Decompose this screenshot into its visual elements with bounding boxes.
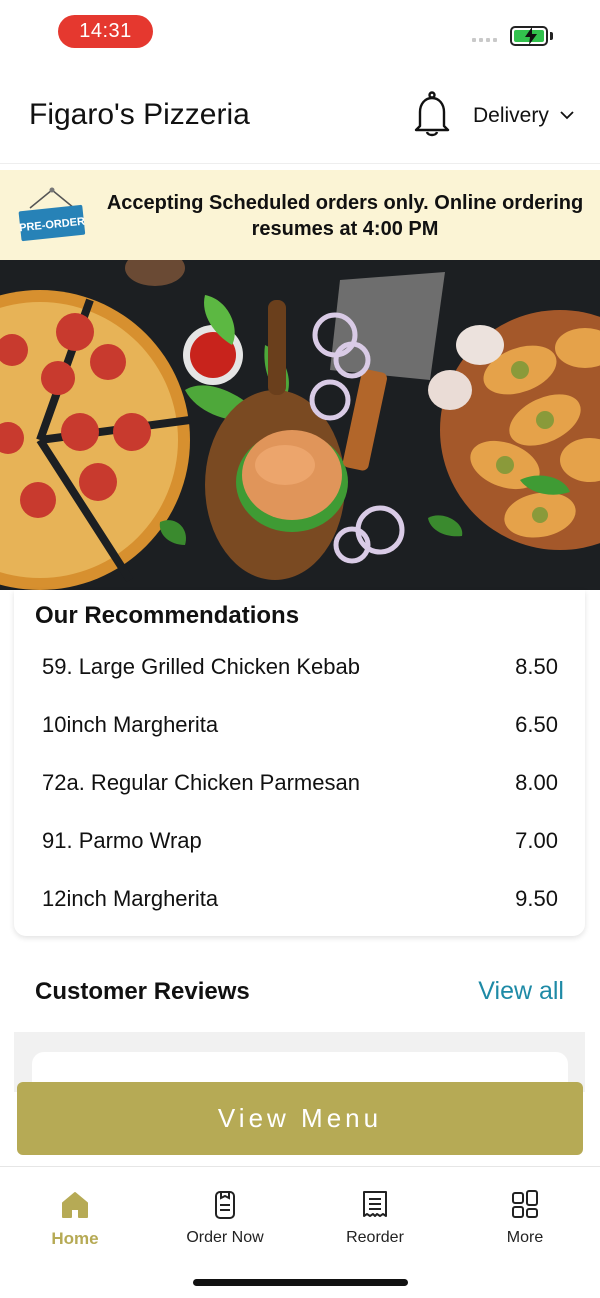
item-price: 8.00 (515, 770, 558, 795)
signal-icon (472, 38, 497, 42)
item-price: 7.00 (515, 828, 558, 853)
delivery-mode-select[interactable]: Delivery (473, 104, 549, 128)
item-price: 6.50 (515, 712, 558, 737)
item-name: 12inch Margherita (42, 886, 219, 911)
item-name: 59. Large Grilled Chicken Kebab (42, 654, 360, 679)
notice-message: Accepting Scheduled orders only. Online … (106, 192, 584, 240)
status-time: 14:31 (58, 15, 153, 48)
item-name: 91. Parmo Wrap (42, 828, 202, 853)
tab-label: Order Now (186, 1229, 264, 1246)
battery-icon (510, 26, 548, 46)
reviews-header: Customer Reviews View all (14, 950, 585, 1032)
home-icon (62, 1192, 88, 1218)
list-item[interactable]: 12inch Margherita 9.50 (42, 886, 558, 916)
chevron-down-icon[interactable] (560, 110, 574, 120)
recommendations-card: Our Recommendations 59. Large Grilled Ch… (14, 590, 585, 936)
item-name: 10inch Margherita (42, 712, 219, 737)
tab-home[interactable]: Home (5, 1189, 145, 1259)
pre-order-sign-icon: PRE-ORDER (19, 187, 86, 242)
hero-food-image (0, 260, 600, 590)
receipt-icon (363, 1191, 387, 1217)
tab-label: More (506, 1229, 544, 1246)
recommendations-title: Our Recommendations (35, 602, 300, 629)
item-price: 9.50 (515, 886, 558, 911)
grid-icon (512, 1190, 538, 1218)
list-item[interactable]: 91. Parmo Wrap 7.00 (42, 828, 558, 858)
app-header: Figaro's Pizzeria Delivery (0, 64, 600, 164)
view-menu-button[interactable]: View Menu (17, 1082, 583, 1155)
battery-cap (550, 32, 553, 40)
notice-banner: Accepting Scheduled orders only. Online … (0, 170, 600, 260)
status-bar: 14:31 (0, 0, 600, 64)
home-indicator[interactable] (193, 1279, 408, 1286)
bell-icon[interactable] (412, 90, 452, 138)
bottom-tab-bar: Home Order Now Reorder More (0, 1166, 600, 1298)
tab-reorder[interactable]: Reorder (305, 1189, 445, 1259)
tab-more[interactable]: More (455, 1189, 595, 1259)
item-name: 72a. Regular Chicken Parmesan (42, 770, 360, 795)
tab-order-now[interactable]: Order Now (155, 1189, 295, 1259)
view-all-link[interactable]: View all (478, 977, 564, 1006)
list-item[interactable]: 59. Large Grilled Chicken Kebab 8.50 (42, 654, 558, 684)
tab-label: Home (51, 1229, 99, 1248)
store-title: Figaro's Pizzeria (29, 98, 250, 131)
list-item[interactable]: 10inch Margherita 6.50 (42, 712, 558, 742)
tab-label: Reorder (346, 1229, 404, 1246)
list-item[interactable]: 72a. Regular Chicken Parmesan 8.00 (42, 770, 558, 800)
reviews-title: Customer Reviews (35, 978, 250, 1005)
phone-order-icon (215, 1191, 235, 1219)
item-price: 8.50 (515, 654, 558, 679)
